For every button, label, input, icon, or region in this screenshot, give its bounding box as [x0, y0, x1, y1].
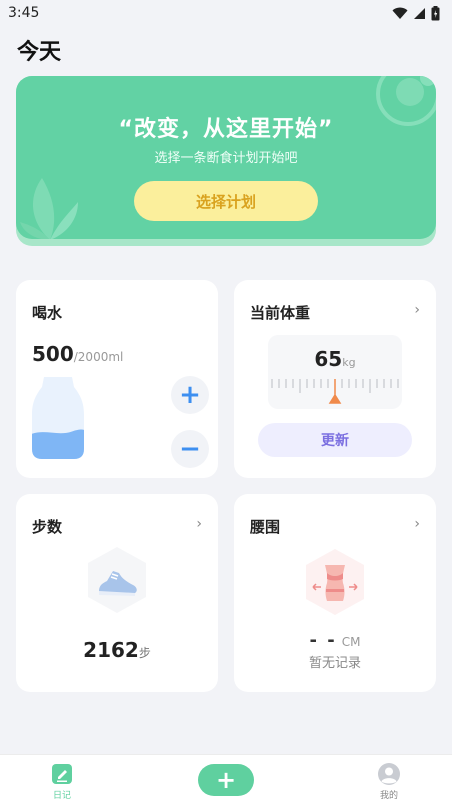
waist-card[interactable]: 腰围 › - - CM 暂无记录	[234, 494, 436, 692]
update-weight-button[interactable]: 更新	[258, 423, 412, 457]
plan-banner: “改变，从这里开始” 选择一条断食计划开始吧 选择计划	[16, 76, 436, 246]
water-fill	[32, 429, 84, 459]
waist-empty-text: 暂无记录	[308, 656, 361, 671]
weight-ruler: 65kg	[268, 335, 402, 409]
diary-icon	[52, 764, 72, 784]
bottom-nav: 日记 + 我的	[0, 754, 452, 804]
add-record-button[interactable]: +	[198, 764, 254, 796]
battery-icon	[431, 5, 440, 20]
waist-chevron-icon[interactable]: ›	[414, 516, 420, 532]
water-amount: 500/2000ml	[32, 342, 123, 366]
water-bottle-icon	[32, 377, 84, 459]
remove-water-button[interactable]: −	[171, 430, 209, 468]
ruler-marker	[328, 379, 342, 404]
steps-value: 2162	[83, 638, 139, 662]
weight-value: 65	[314, 347, 343, 371]
weight-unit: kg	[342, 356, 356, 369]
waist-title: 腰围	[250, 518, 281, 536]
weight-title: 当前体重	[250, 304, 311, 322]
water-card[interactable]: 喝水 500/2000ml + −	[16, 280, 218, 478]
weight-chevron-icon[interactable]: ›	[414, 302, 420, 318]
shoe-icon	[88, 547, 146, 613]
status-bar: 3:45	[0, 0, 452, 26]
add-water-button[interactable]: +	[171, 376, 209, 414]
steps-value-row: 2162步	[16, 638, 218, 662]
weight-value-row: 65kg	[268, 347, 402, 371]
waist-value: - -	[309, 630, 337, 651]
profile-avatar-icon	[378, 763, 400, 785]
steps-title: 步数	[32, 518, 63, 536]
waist-body-icon	[306, 549, 364, 615]
nav-profile-label: 我的	[379, 791, 398, 801]
status-time: 3:45	[8, 5, 40, 21]
waist-unit: CM	[341, 635, 361, 649]
banner-subtitle: 选择一条断食计划开始吧	[154, 151, 298, 166]
water-title: 喝水	[32, 304, 63, 322]
water-amount-value: 500	[32, 342, 74, 366]
cell-signal-icon	[414, 7, 425, 19]
page-title: 今天	[17, 40, 62, 65]
ruler-scale-icon	[271, 379, 399, 404]
steps-unit: 步	[138, 646, 151, 660]
waist-value-row: - - CM	[234, 630, 436, 651]
nav-diary-label: 日记	[52, 791, 71, 801]
weight-card[interactable]: 当前体重 › 65kg 更新	[234, 280, 436, 478]
steps-card[interactable]: 步数 › 2162步	[16, 494, 218, 692]
leaf-decoration-icon	[20, 178, 78, 239]
plan-banner-body: “改变，从这里开始” 选择一条断食计划开始吧 选择计划	[16, 76, 436, 239]
steps-chevron-icon[interactable]: ›	[196, 516, 202, 532]
status-icons	[392, 5, 440, 21]
water-goal: /2000ml	[73, 350, 124, 364]
choose-plan-button[interactable]: 选择计划	[134, 181, 318, 221]
banner-title: “改变，从这里开始”	[118, 117, 334, 142]
wifi-icon	[392, 7, 408, 19]
